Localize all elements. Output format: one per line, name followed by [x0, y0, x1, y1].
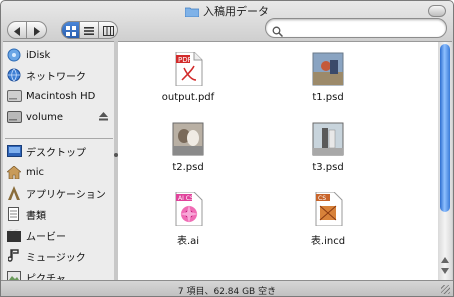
sidebar-item-label: Macintosh HD: [26, 90, 96, 102]
sidebar-item-label: ミュージック: [26, 252, 86, 264]
sidebar-item-documents[interactable]: 書類: [6, 205, 114, 223]
pdf-file-icon: PDF: [172, 51, 204, 87]
sidebar-item-label: デスクトップ: [26, 147, 86, 159]
icon-view-icon: [65, 21, 76, 40]
svg-text:AI CS: AI CS: [178, 195, 194, 202]
file-item[interactable]: t1.psd: [283, 52, 373, 103]
sidebar-item-label: ネットワーク: [26, 71, 86, 83]
title-bar[interactable]: 入稿用データ: [1, 1, 453, 19]
eject-icon[interactable]: [99, 112, 108, 124]
ai-file-icon: AI CS: [172, 191, 204, 227]
movies-icon: [6, 227, 22, 243]
idisk-icon: [6, 47, 22, 63]
sidebar: iDisk ネットワーク Macintosh HD volume デスクトップ …: [3, 41, 114, 285]
sidebar-item-desktop[interactable]: デスクトップ: [6, 142, 114, 160]
file-name: 表.incd: [310, 236, 346, 247]
sidebar-item-mic[interactable]: mic: [6, 163, 114, 181]
sidebar-item-music[interactable]: ミュージック: [6, 247, 114, 265]
file-item[interactable]: t2.psd: [143, 122, 233, 173]
sidebar-item-volume[interactable]: volume: [6, 108, 114, 126]
resize-grip-icon[interactable]: [441, 285, 450, 294]
file-item[interactable]: PDF output.pdf: [143, 51, 233, 103]
file-item[interactable]: t3.psd: [283, 122, 373, 173]
network-icon: [6, 67, 22, 83]
forward-button[interactable]: [27, 21, 47, 39]
applications-icon: [6, 185, 22, 201]
file-icon-view: PDF output.pdf t1.psd t2.psd t3.psd AI C…: [118, 41, 438, 281]
scroll-up-icon[interactable]: [441, 257, 449, 263]
file-item[interactable]: AI CS 表.ai: [143, 191, 233, 247]
svg-text:PDF: PDF: [178, 56, 192, 64]
svg-text:CS: CS: [318, 195, 326, 202]
harddisk-icon: [6, 88, 22, 104]
vertical-scrollbar[interactable]: [438, 41, 452, 281]
sidebar-item-network[interactable]: ネットワーク: [6, 66, 114, 84]
file-name: output.pdf: [161, 92, 215, 103]
file-name: t1.psd: [312, 92, 344, 103]
indesign-file-icon: CS: [312, 191, 344, 227]
toolbar-toggle-button[interactable]: [428, 5, 446, 17]
sidebar-item-label: アプリケーション: [26, 189, 106, 201]
window-title-text: 入稿用データ: [203, 5, 269, 18]
psd-file-icon: [312, 52, 344, 86]
search-icon: [272, 22, 284, 41]
scrollbar-thumb[interactable]: [440, 44, 450, 212]
music-icon: [6, 248, 22, 264]
sidebar-item-movies[interactable]: ムービー: [6, 226, 114, 244]
documents-icon: [6, 206, 22, 222]
finder-window: 入稿用データ iDisk ネットワーク Macintosh HD volume …: [0, 0, 454, 297]
sidebar-item-label: ムービー: [26, 231, 66, 243]
navigation-buttons: [7, 21, 47, 39]
list-view-button[interactable]: [80, 21, 99, 39]
volume-icon: [6, 109, 22, 125]
sidebar-item-idisk[interactable]: iDisk: [6, 46, 114, 64]
status-text: 7 項目、62.84 GB 空き: [177, 287, 277, 297]
sidebar-item-label: volume: [26, 111, 64, 123]
sidebar-divider: [5, 138, 113, 139]
psd-file-icon: [312, 122, 344, 156]
scroll-down-icon[interactable]: [441, 268, 449, 274]
psd-file-icon: [172, 122, 204, 156]
sidebar-item-label: 書類: [26, 210, 46, 222]
sidebar-item-label: iDisk: [26, 49, 51, 61]
desktop-icon: [6, 143, 22, 159]
search-field[interactable]: [265, 18, 447, 38]
column-view-icon: [102, 21, 114, 40]
back-arrow-icon: [13, 21, 22, 40]
folder-icon: [184, 6, 200, 20]
file-name: t2.psd: [172, 162, 204, 173]
sidebar-item-applications[interactable]: アプリケーション: [6, 184, 114, 202]
column-view-button[interactable]: [99, 21, 118, 39]
view-buttons: [61, 21, 118, 39]
file-name: t3.psd: [312, 162, 344, 173]
list-view-icon: [84, 21, 94, 40]
sidebar-item-macintosh-hd[interactable]: Macintosh HD: [6, 87, 114, 105]
file-item[interactable]: CS 表.incd: [283, 191, 373, 247]
file-name: 表.ai: [176, 236, 200, 247]
status-bar: 7 項目、62.84 GB 空き: [1, 280, 453, 297]
home-icon: [6, 164, 22, 180]
forward-arrow-icon: [32, 21, 41, 40]
icon-view-button[interactable]: [61, 21, 80, 39]
back-button[interactable]: [7, 21, 27, 39]
sidebar-item-label: mic: [26, 166, 45, 178]
